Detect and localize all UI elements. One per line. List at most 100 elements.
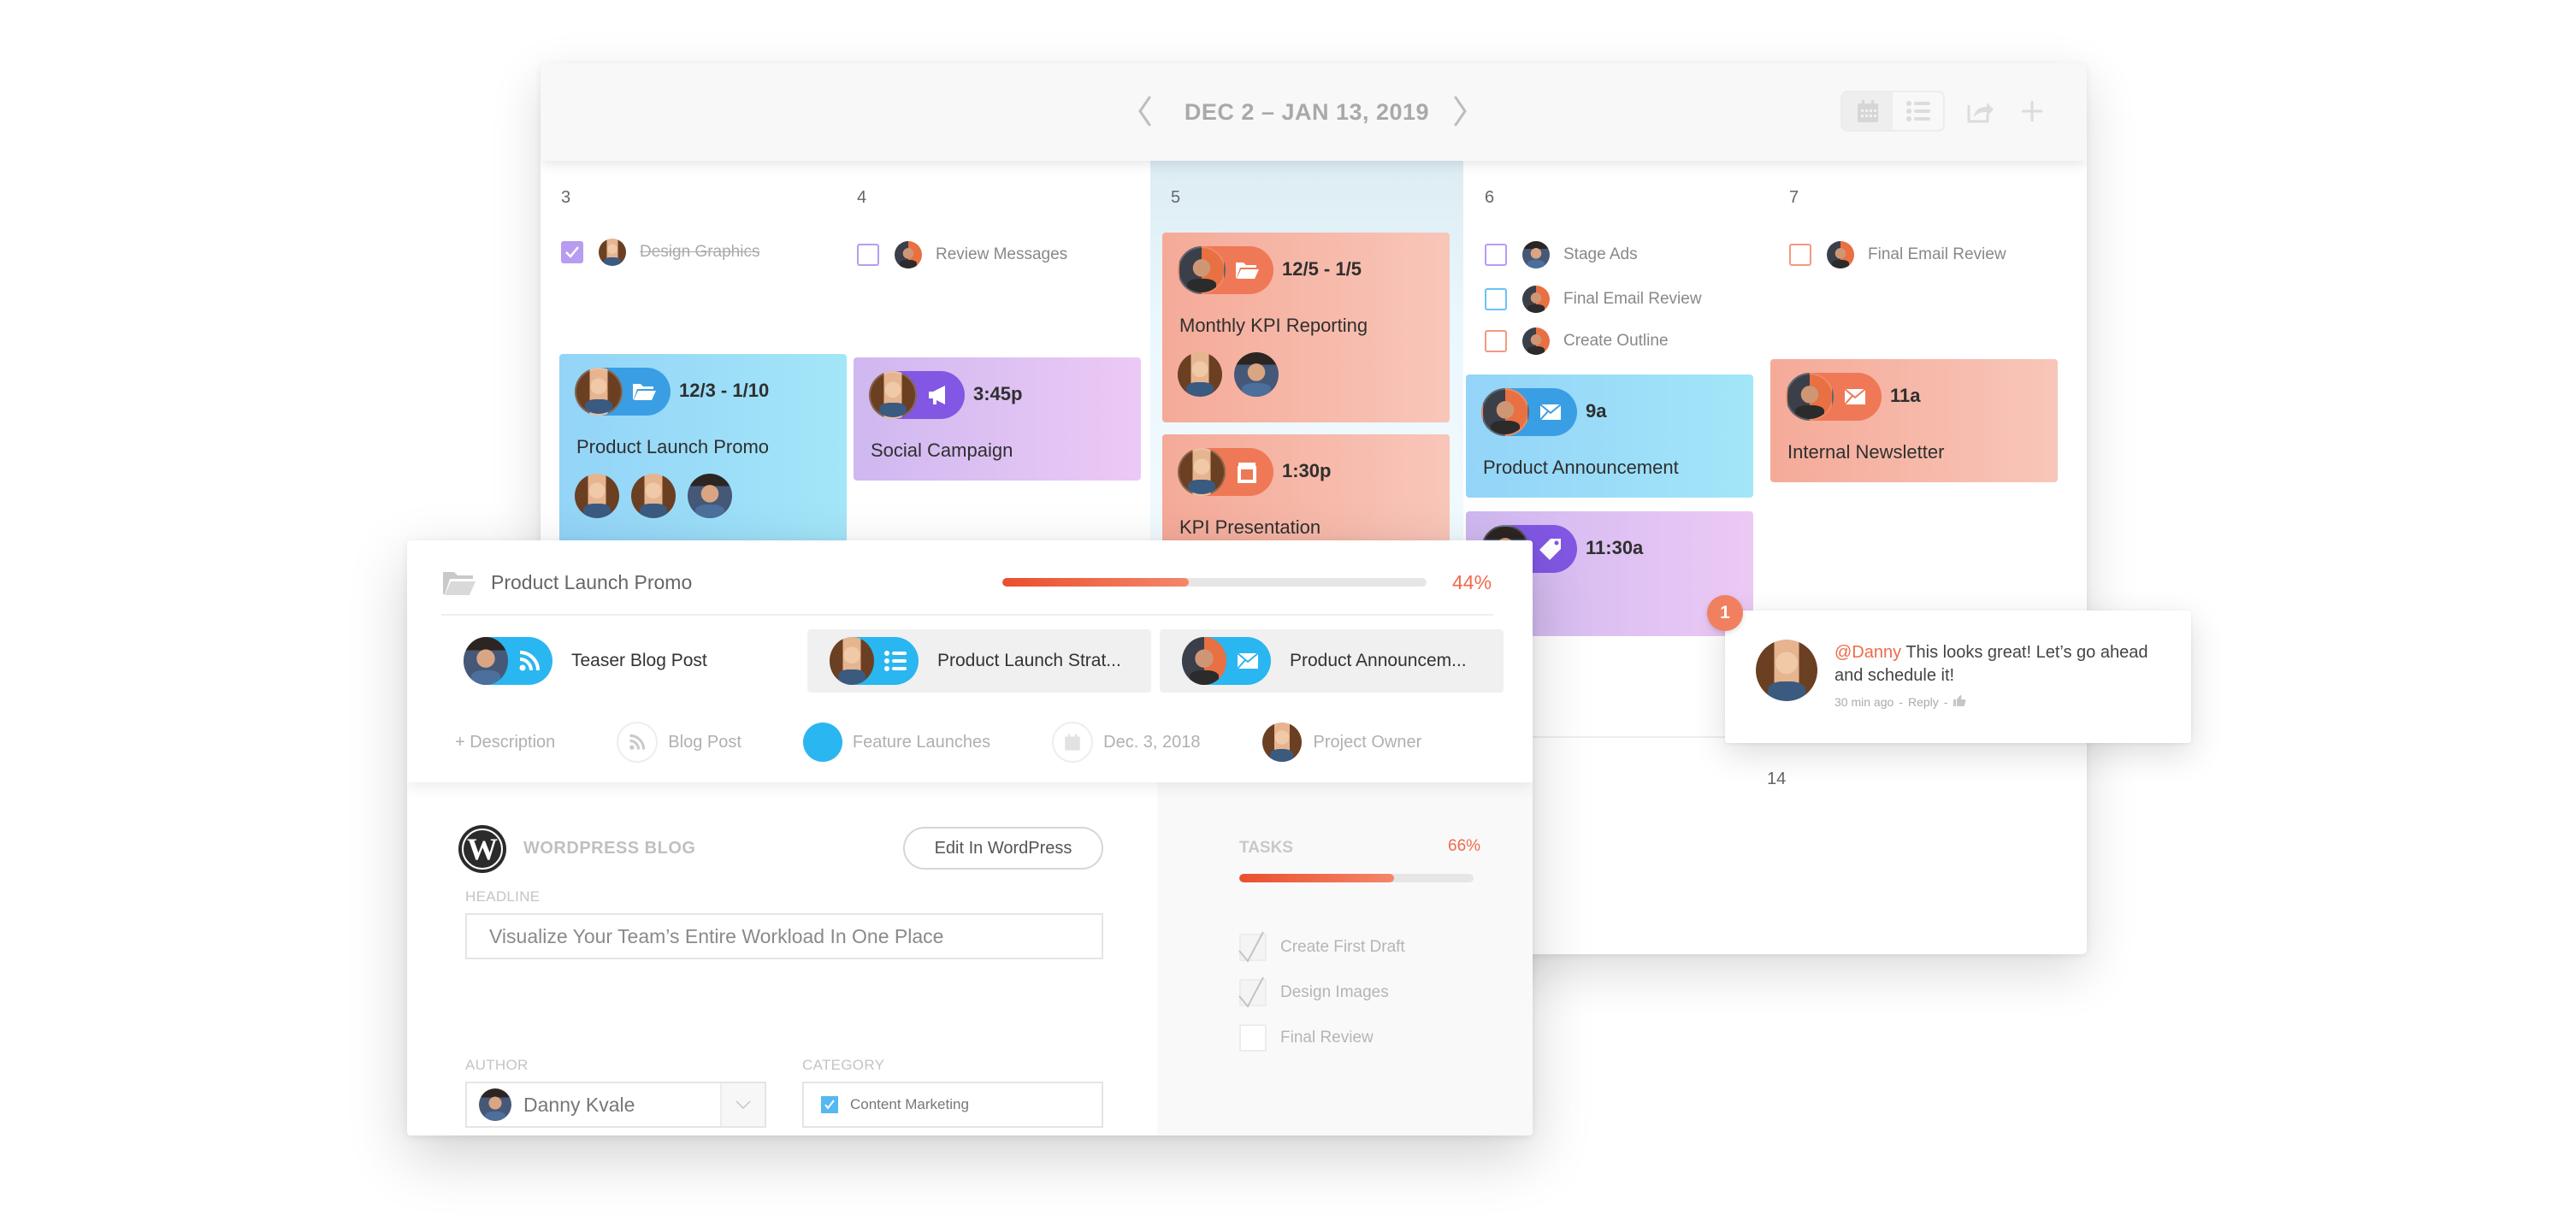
avatar (1522, 327, 1550, 355)
project-item[interactable]: Teaser Blog Post (441, 629, 785, 693)
event-card[interactable]: 12/3 - 1/10 Product Launch Promo (559, 354, 847, 546)
task-item[interactable]: Final Review (1239, 1023, 1374, 1053)
task-item[interactable]: Final Email Review (1789, 240, 2006, 269)
item-label: Teaser Blog Post (571, 651, 707, 670)
dropdown-toggle[interactable] (720, 1083, 765, 1126)
task-label: Design Graphics (640, 243, 760, 261)
task-checkbox[interactable] (1485, 288, 1507, 310)
event-time: 1:30p (1282, 460, 1332, 481)
edit-in-wordpress-button[interactable]: Edit In WordPress (903, 827, 1103, 870)
tasks-progress-label: 66% (1448, 837, 1481, 855)
event-time: 11:30a (1586, 537, 1644, 558)
add-button[interactable] (2013, 92, 2051, 130)
category-field[interactable]: Feature Launches (802, 723, 990, 762)
project-item[interactable]: Product Launch Strat... (807, 629, 1151, 693)
event-badge (1178, 448, 1273, 496)
event-time: 12/3 - 1/10 (679, 380, 770, 401)
task-item[interactable]: Design Images (1238, 976, 1389, 1008)
event-time: 9a (1586, 400, 1607, 422)
item-badge (464, 637, 552, 685)
author-select[interactable]: Danny Kvale (465, 1082, 766, 1128)
like-button[interactable] (1953, 694, 1966, 709)
task-item[interactable]: Create Outline (1485, 327, 1669, 356)
task-checkbox[interactable] (1239, 1024, 1267, 1052)
wordpress-panel: W WORDPRESS BLOG Edit In WordPress HEADL… (407, 782, 1157, 1135)
task-checkbox[interactable] (857, 244, 879, 266)
task-checkbox[interactable] (561, 241, 583, 263)
share-button[interactable] (1962, 92, 2000, 130)
checkmark-icon (1238, 931, 1264, 963)
category-field[interactable]: Content Marketing (802, 1082, 1103, 1128)
calendar-view-button[interactable] (1842, 92, 1893, 130)
wordpress-logo-icon: W (458, 825, 506, 873)
folder-icon (441, 569, 477, 601)
item-label: Product Launch Strat... (937, 651, 1121, 670)
category-value: Content Marketing (850, 1096, 969, 1112)
task-item[interactable]: Review Messages (857, 240, 1067, 269)
separator: - (1943, 694, 1948, 709)
view-toggle (1840, 91, 1945, 132)
task-item[interactable]: Stage Ads (1485, 240, 1638, 269)
event-card[interactable]: 12/5 - 1/5 Monthly KPI Reporting (1162, 233, 1450, 422)
task-label: Final Review (1280, 1029, 1374, 1047)
avatar (869, 371, 917, 419)
avatar (1522, 286, 1550, 313)
prev-range-button[interactable] (1136, 94, 1153, 128)
mail-icon (1844, 388, 1866, 405)
task-checkbox[interactable] (1485, 330, 1507, 352)
task-item[interactable]: Create First Draft (1238, 931, 1405, 963)
category-checkbox[interactable] (821, 1096, 838, 1113)
avatar (599, 239, 626, 266)
add-description-button[interactable]: + Description (455, 733, 555, 752)
avatar (688, 474, 732, 518)
event-badge (1481, 388, 1577, 436)
checkmark-icon (824, 1100, 835, 1110)
avatar (1178, 448, 1226, 496)
project-progress-fill (1002, 578, 1190, 587)
day-number: 7 (1789, 188, 1799, 207)
rss-icon (629, 734, 646, 750)
project-meta: + Description Blog Post Feature Launches… (455, 718, 1483, 766)
plus-icon (2022, 101, 2042, 121)
folder-icon (1236, 262, 1259, 279)
presentation-icon (1238, 463, 1256, 483)
list-view-button[interactable] (1893, 92, 1943, 130)
task-item[interactable]: Design Graphics (561, 238, 759, 267)
tag-icon (1539, 539, 1561, 560)
author-value: Danny Kvale (523, 1093, 635, 1116)
date-field[interactable]: Dec. 3, 2018 (1052, 722, 1201, 763)
description-label: + Description (455, 732, 556, 752)
event-card[interactable]: 9a Product Announcement (1466, 375, 1753, 498)
task-checkbox[interactable] (1238, 931, 1267, 963)
headline-label: HEADLINE (465, 888, 541, 905)
tasks-progress-fill (1239, 874, 1394, 882)
headline-input[interactable]: Visualize Your Team’s Entire Workload In… (465, 913, 1103, 959)
event-card[interactable]: 11a Internal Newsletter (1770, 359, 2058, 482)
day-column-7: 7 Final Email Review 11a Internal Newsle… (1769, 161, 2075, 954)
project-item[interactable]: Product Announcem... (1160, 629, 1504, 693)
event-badge (1178, 246, 1273, 294)
megaphone-icon (929, 386, 945, 404)
list-icon (1905, 101, 1930, 121)
comment-text: @Danny This looks great! Let’s go ahead … (1835, 641, 2159, 687)
list-icon (884, 651, 907, 671)
type-field[interactable]: Blog Post (617, 722, 741, 763)
avatar (1234, 352, 1279, 397)
task-checkbox[interactable] (1485, 244, 1507, 266)
mention-link[interactable]: @Danny (1835, 643, 1901, 662)
item-label: Product Announcem... (1290, 651, 1467, 670)
project-progress-bar (1002, 578, 1427, 587)
task-label: Create First Draft (1280, 938, 1405, 956)
comment-count-badge[interactable]: 1 (1707, 595, 1743, 631)
next-range-button[interactable] (1452, 94, 1469, 128)
event-title: Internal Newsletter (1787, 441, 1945, 463)
task-checkbox[interactable] (1789, 244, 1811, 266)
task-checkbox[interactable] (1238, 976, 1267, 1008)
task-item[interactable]: Final Email Review (1485, 285, 1702, 314)
event-card[interactable]: 3:45p Social Campaign (854, 357, 1141, 481)
item-badge (830, 637, 919, 685)
owner-field[interactable]: Project Owner (1261, 723, 1421, 762)
reply-link[interactable]: Reply (1908, 695, 1939, 709)
mail-icon (1237, 652, 1259, 669)
chevron-right-icon (1454, 96, 1467, 127)
